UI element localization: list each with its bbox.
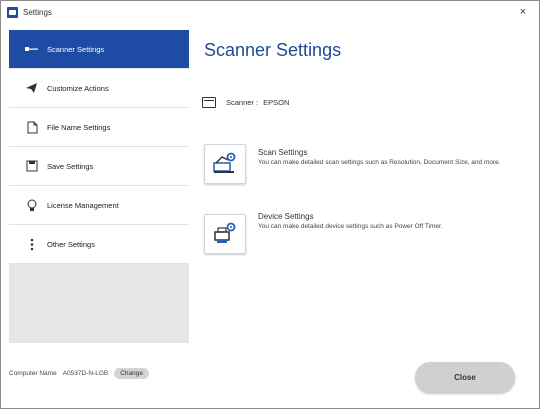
scan-settings-icon <box>212 151 238 177</box>
sidebar-item-label: File Name Settings <box>47 122 111 132</box>
app-icon <box>7 6 18 18</box>
sidebar-item-label: License Management <box>47 200 119 210</box>
computer-name-value: A0537D-N-LGB <box>62 370 109 377</box>
more-vertical-icon <box>25 237 39 251</box>
sidebar-item-label: Save Settings <box>47 161 94 171</box>
title-bar: Settings × <box>1 1 539 23</box>
lightbulb-icon <box>25 198 39 212</box>
sidebar-item-scanner-settings[interactable]: Scanner Settings <box>9 30 189 69</box>
page-title: Scanner Settings <box>204 40 342 60</box>
sidebar-item-label: Other Settings <box>47 239 95 249</box>
scanner-info: Scanner : EPSON <box>202 97 289 108</box>
device-settings-section: Device Settings You can make detailed de… <box>258 212 530 231</box>
sidebar: Scanner Settings Customize Actions File … <box>9 30 189 343</box>
window-close-button[interactable]: × <box>515 4 531 20</box>
change-button[interactable]: Change <box>114 368 149 379</box>
sidebar-item-save-settings[interactable]: Save Settings <box>9 147 189 186</box>
sidebar-item-license-management[interactable]: License Management <box>9 186 189 225</box>
sidebar-item-file-name-settings[interactable]: File Name Settings <box>9 108 189 147</box>
scanner-name: EPSON <box>263 98 290 107</box>
file-icon <box>25 120 39 134</box>
scan-settings-title[interactable]: Scan Settings <box>258 148 530 157</box>
device-settings-description: You can make detailed device settings su… <box>258 223 443 230</box>
scan-settings-description: You can make detailed scan settings such… <box>258 159 501 166</box>
scanner-icon <box>202 97 216 108</box>
sidebar-item-other-settings[interactable]: Other Settings <box>9 225 189 264</box>
save-icon <box>25 159 39 173</box>
sidebar-item-customize-actions[interactable]: Customize Actions <box>9 69 189 108</box>
scanner-label: Scanner : <box>226 98 259 107</box>
computer-name-bar: Computer Name A0537D-N-LGB Change <box>9 368 149 379</box>
close-button[interactable]: Close <box>415 362 515 393</box>
scan-settings-button[interactable] <box>204 144 246 184</box>
sidebar-item-label: Customize Actions <box>47 83 109 93</box>
window-title: Settings <box>23 7 52 17</box>
device-settings-button[interactable] <box>204 214 246 254</box>
scan-settings-section: Scan Settings You can make detailed scan… <box>258 148 530 167</box>
computer-name-label: Computer Name <box>9 370 57 377</box>
device-settings-icon <box>212 221 238 247</box>
send-icon <box>25 81 39 95</box>
sidebar-item-label: Scanner Settings <box>47 44 105 54</box>
scanner-arrow-icon <box>25 42 39 56</box>
device-settings-title[interactable]: Device Settings <box>258 212 530 221</box>
